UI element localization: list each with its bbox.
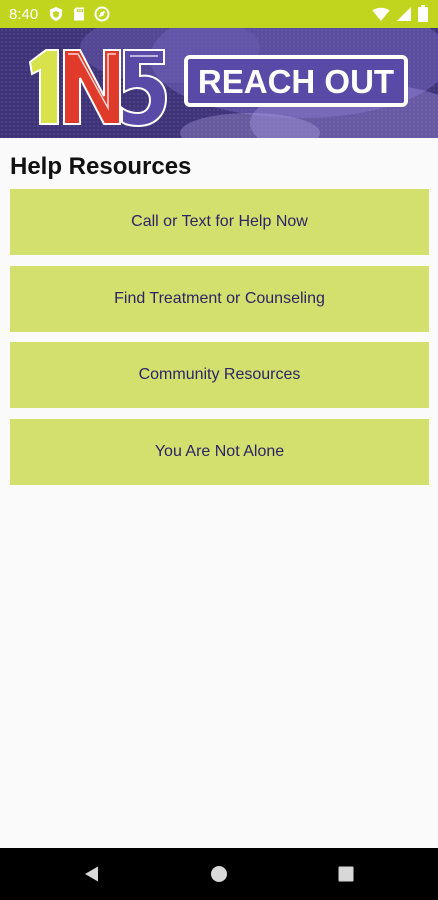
back-icon[interactable] xyxy=(82,864,102,884)
page-title: Help Resources xyxy=(10,153,192,180)
find-treatment-button[interactable]: Find Treatment or Counseling xyxy=(10,266,429,332)
recents-icon[interactable] xyxy=(336,864,356,884)
find-treatment-label: Find Treatment or Counseling xyxy=(114,290,325,307)
wifi-icon xyxy=(372,6,390,27)
call-or-text-button[interactable]: Call or Text for Help Now xyxy=(10,189,429,255)
call-or-text-label: Call or Text for Help Now xyxy=(131,213,308,230)
system-nav-bar xyxy=(0,848,438,900)
community-resources-label: Community Resources xyxy=(138,366,301,383)
status-right-icons xyxy=(372,5,428,27)
not-alone-label: You Are Not Alone xyxy=(154,443,285,460)
community-resources-button[interactable]: Community Resources xyxy=(10,342,429,408)
sd-card-icon xyxy=(71,6,87,22)
reach-out-label: REACH OUT xyxy=(197,62,395,100)
header-banner: REACH OUT xyxy=(0,28,438,138)
battery-icon xyxy=(418,5,428,27)
1n5-logo xyxy=(28,49,168,128)
home-icon[interactable] xyxy=(209,864,229,884)
status-time: 8:40 xyxy=(9,5,39,23)
status-bar: 8:40 xyxy=(0,0,438,28)
not-alone-button[interactable]: You Are Not Alone xyxy=(10,419,429,485)
signal-icon xyxy=(396,6,412,27)
shield-icon xyxy=(48,6,64,22)
data-saver-icon xyxy=(94,6,110,22)
reach-out-badge: REACH OUT xyxy=(184,55,408,107)
